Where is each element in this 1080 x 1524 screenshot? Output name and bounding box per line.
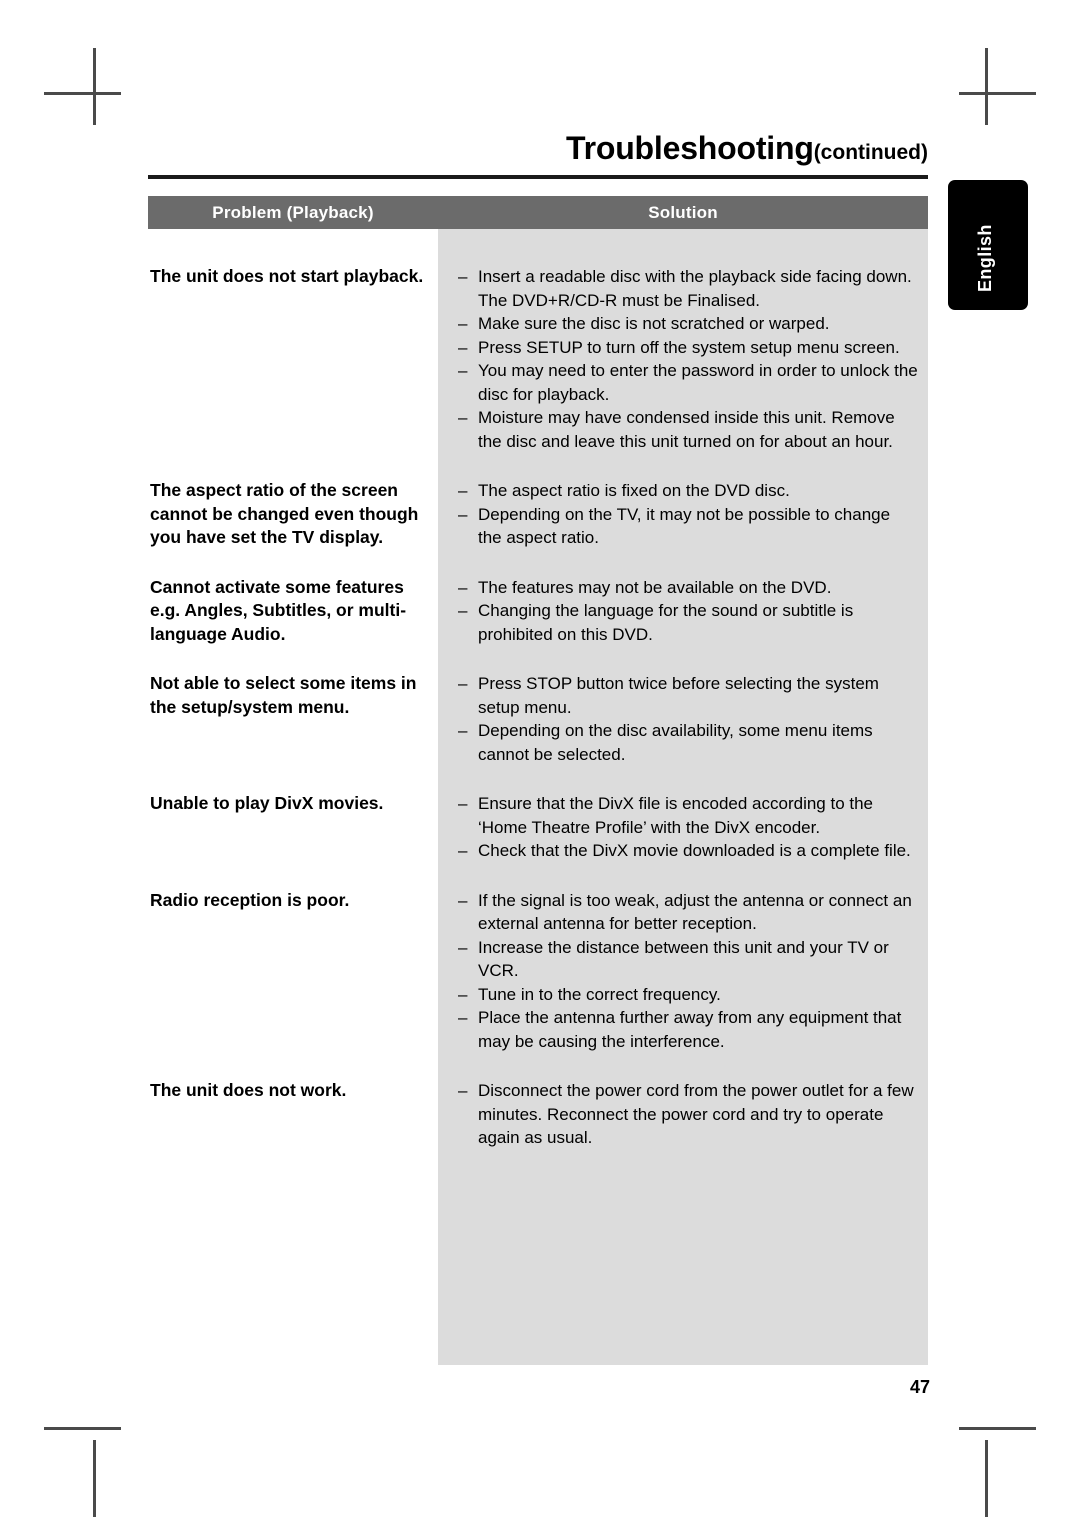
solution-text: Place the antenna further away from any … — [478, 1008, 902, 1051]
solution-item: – Place the antenna further away from any… — [458, 1006, 918, 1053]
solution-text: Ensure that the DivX file is encoded acc… — [478, 794, 874, 837]
bullet-dash: – — [458, 601, 468, 620]
page-title: Troubleshooting(continued) — [148, 130, 928, 167]
problem-text: The unit does not start playback. — [150, 266, 424, 286]
solution-text: Depending on the disc availability, some… — [478, 721, 873, 764]
solution-item: – Press STOP button twice before selectin… — [458, 672, 918, 719]
bullet-dash: – — [458, 267, 468, 286]
solution-item: – Make sure the disc is not scratched or … — [458, 312, 918, 336]
page-title-continued: (continued) — [813, 141, 928, 164]
solution-cell: – Ensure that the DivX file is encoded ac… — [438, 792, 928, 889]
solution-text: You may need to enter the password in or… — [478, 361, 918, 404]
solution-item: – Changing the language for the sound or … — [458, 599, 918, 646]
table-row: The aspect ratio of the screen cannot be… — [148, 479, 438, 576]
solution-text: Check that the DivX movie downloaded is … — [478, 841, 911, 860]
bullet-dash: – — [458, 337, 468, 357]
crop-mark-bottom-right-vertical — [985, 1440, 988, 1517]
bullet-dash: – — [458, 408, 468, 427]
solution-cell: – Insert a readable disc with the playbac… — [438, 265, 928, 479]
problem-text: The aspect ratio of the screen cannot be… — [150, 480, 419, 547]
bullet-dash: – — [458, 674, 468, 693]
table-row: Cannot activate some features e.g. Angle… — [148, 576, 438, 673]
crop-mark-top-left-vertical — [93, 48, 96, 125]
bullet-dash: – — [458, 794, 468, 813]
table-row: Radio reception is poor. — [148, 889, 438, 1080]
page-title-main: Troubleshooting — [566, 130, 814, 166]
solution-item: – Insert a readable disc with the playbac… — [458, 265, 918, 312]
bullet-dash: – — [458, 984, 468, 1004]
bullet-dash: – — [458, 890, 468, 910]
solution-text: If the signal is too weak, adjust the an… — [478, 890, 912, 934]
solution-text: Press STOP button twice before selecting… — [478, 674, 879, 717]
bullet-dash: – — [458, 577, 468, 597]
problem-text: Unable to play DivX movies. — [150, 793, 384, 813]
solution-text: The aspect ratio is fixed on the DVD dis… — [478, 481, 790, 500]
troubleshooting-table: Problem (Playback) Solution The unit doe… — [148, 196, 928, 1365]
solution-item: – Disconnect the power cord from the powe… — [458, 1079, 918, 1150]
solution-text: The features may not be available on the… — [478, 577, 832, 597]
bullet-dash: – — [458, 841, 468, 860]
solution-text: Disconnect the power cord from the power… — [478, 1081, 914, 1147]
crop-mark-bottom-left-horizontal — [44, 1427, 121, 1430]
solution-text: Depending on the TV, it may not be possi… — [478, 504, 891, 548]
problem-column: The unit does not start playback. The asp… — [148, 229, 438, 1365]
bullet-dash: – — [458, 314, 468, 333]
crop-mark-top-right-horizontal — [959, 92, 1036, 95]
table-row: The unit does not work. — [148, 1079, 438, 1150]
crop-mark-bottom-left-vertical — [93, 1440, 96, 1517]
bullet-dash: – — [458, 721, 468, 740]
solution-text: Tune in to the correct frequency. — [478, 984, 721, 1004]
solution-item: – Press SETUP to turn off the system setu… — [458, 336, 918, 360]
solution-cell: – If the signal is too weak, adjust the a… — [438, 889, 928, 1080]
solution-item: – Moisture may have condensed inside this… — [458, 406, 918, 453]
language-tab-label: English — [975, 224, 995, 292]
solution-item: – Ensure that the DivX file is encoded ac… — [458, 792, 918, 839]
solution-text: Moisture may have condensed inside this … — [478, 408, 895, 451]
bullet-dash: – — [458, 504, 468, 524]
bullet-dash: – — [458, 481, 468, 500]
table-header-row: Problem (Playback) Solution — [148, 196, 928, 229]
crop-mark-bottom-right-horizontal — [959, 1427, 1036, 1430]
solution-cell: – The aspect ratio is fixed on the DVD di… — [438, 479, 928, 576]
bullet-dash: – — [458, 937, 468, 957]
solution-cell: – Press STOP button twice before selectin… — [438, 672, 928, 792]
problem-text: The unit does not work. — [150, 1080, 347, 1100]
problem-text: Not able to select some items in the set… — [150, 673, 417, 717]
problem-text: Radio reception is poor. — [150, 889, 350, 910]
solution-item: – You may need to enter the password in o… — [458, 359, 918, 406]
table-row: The unit does not start playback. — [148, 265, 438, 479]
solution-item: – The aspect ratio is fixed on the DVD di… — [458, 479, 918, 503]
solution-item: – Tune in to the correct frequency. — [458, 983, 918, 1007]
crop-mark-top-right-vertical — [985, 48, 988, 125]
crop-mark-top-left-horizontal — [44, 92, 121, 95]
solution-item: – Depending on the disc availability, som… — [458, 719, 918, 766]
bullet-dash: – — [458, 1008, 468, 1027]
table-body: The unit does not start playback. The asp… — [148, 229, 928, 1365]
solution-column: – Insert a readable disc with the playbac… — [438, 229, 928, 1365]
header-rule — [148, 175, 928, 179]
column-header-solution: Solution — [648, 202, 718, 222]
solution-item: – Check that the DivX movie downloaded is… — [458, 839, 918, 863]
solution-text: Changing the language for the sound or s… — [478, 601, 854, 644]
solution-cell: – Disconnect the power cord from the powe… — [438, 1079, 928, 1150]
solution-item: – Depending on the TV, it may not be poss… — [458, 503, 918, 550]
column-header-problem: Problem (Playback) — [212, 202, 374, 222]
solution-text: Insert a readable disc with the playback… — [478, 267, 912, 310]
problem-text: Cannot activate some features e.g. Angle… — [150, 576, 407, 644]
bullet-dash: – — [458, 361, 468, 380]
solution-item: – If the signal is too weak, adjust the a… — [458, 889, 918, 936]
page-number: 47 — [909, 1377, 930, 1397]
solution-text: Make sure the disc is not scratched or w… — [478, 314, 830, 333]
solution-text: Press SETUP to turn off the system setup… — [478, 337, 900, 357]
solution-cell: – The features may not be available on th… — [438, 576, 928, 673]
solution-item: – Increase the distance between this unit… — [458, 936, 918, 983]
table-row: Not able to select some items in the set… — [148, 672, 438, 792]
bullet-dash: – — [458, 1081, 468, 1100]
solution-item: – The features may not be available on th… — [458, 576, 918, 600]
language-tab: English — [948, 180, 1028, 310]
table-row: Unable to play DivX movies. — [148, 792, 438, 889]
solution-text: Increase the distance between this unit … — [478, 937, 889, 981]
